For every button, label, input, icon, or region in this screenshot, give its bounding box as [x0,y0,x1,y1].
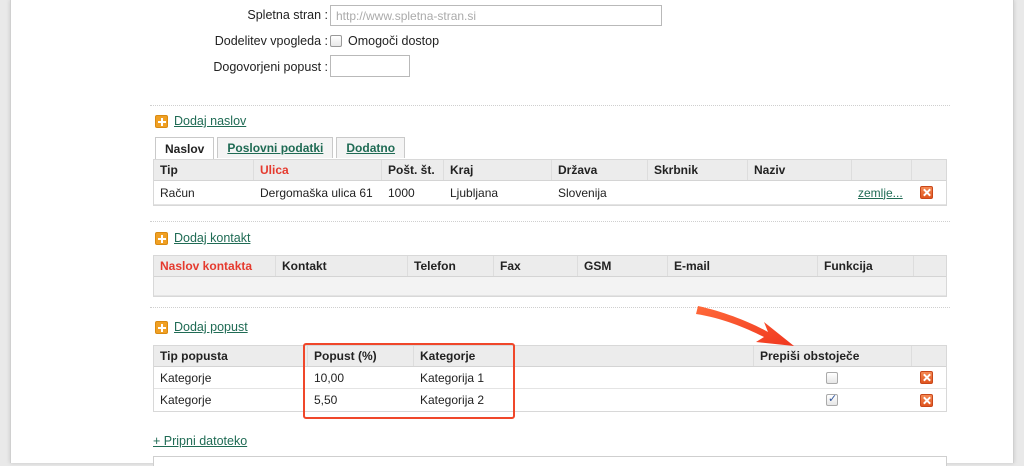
col-empty [852,160,912,180]
col-funkcija: Funkcija [818,256,914,276]
discount-label: Dogovorjeni popust : [213,60,328,74]
cell-drzava: Slovenija [558,185,607,200]
overwrite-checkbox[interactable] [826,392,838,406]
divider [150,105,950,106]
table-row[interactable]: Kategorje 10,00 Kategorija 1 [154,367,946,389]
tab-naslov[interactable]: Naslov [155,137,215,159]
share-label: Dodelitev vpogleda : [214,34,328,48]
website-label: Spletna stran : [247,8,328,22]
cell-ulica: Dergomaška ulica 61 [260,185,373,200]
plus-icon [155,320,168,334]
notes-box [153,456,947,466]
col-gsm: GSM [578,256,668,276]
table-row-empty [154,277,946,296]
add-address-label[interactable]: Dodaj naslov [174,114,246,128]
overwrite-checkbox[interactable] [826,371,838,384]
tab-dodatno[interactable]: Dodatno [336,137,406,158]
table-row[interactable]: Kategorje 5,50 Kategorija 2 [154,389,946,411]
table-row[interactable]: Račun Dergomaška ulica 61 1000 Ljubljana… [154,181,946,205]
tab-poslovni-podatki[interactable]: Poslovni podatki [217,137,334,158]
delete-icon[interactable] [920,186,933,199]
col-kraj: Kraj [444,160,552,180]
add-discount-label[interactable]: Dodaj popust [174,320,248,334]
plus-icon [155,231,168,245]
address-table-header: Tip Ulica Pošt. št. Kraj Država Skrbnik … [154,160,946,181]
share-option-label: Omogoči dostop [348,34,440,48]
col-naziv: Naziv [748,160,852,180]
cell-tip-popusta: Kategorje [160,393,212,407]
discount-table-header: Tip popusta Popust (%) Kategorje Prepiši… [154,346,946,367]
col-email: E-mail [668,256,818,276]
address-table: Tip Ulica Pošt. št. Kraj Država Skrbnik … [153,159,947,206]
col-skrbnik: Skrbnik [648,160,748,180]
cell-posta: 1000 [388,185,415,200]
col-drzava: Država [552,160,648,180]
attach-file-link[interactable]: + Pripni datoteko [153,434,247,448]
cell-popust: 10,00 [314,370,345,385]
website-input[interactable] [330,5,662,26]
discount-input[interactable] [330,55,410,77]
col-popust: Popust (%) [308,346,414,366]
discount-table: Tip popusta Popust (%) Kategorje Prepiši… [153,345,947,412]
address-detail-link[interactable]: zemlje... [852,181,903,204]
cell-tip: Račun [160,185,195,200]
col-ulica: Ulica [254,160,382,180]
col-telefon: Telefon [408,256,494,276]
col-kontakt: Kontakt [276,256,408,276]
cell-kategorija: Kategorija 1 [420,370,485,385]
col-kategorje: Kategorje [414,346,754,366]
col-prepisi: Prepiši obstoječe [754,346,912,366]
col-naslov-kontakta: Naslov kontakta [154,256,276,276]
col-tip-popusta: Tip popusta [154,346,308,366]
contact-table: Naslov kontakta Kontakt Telefon Fax GSM … [153,255,947,297]
address-tabs: Naslov Poslovni podatki Dodatno [155,137,406,159]
col-tip: Tip [154,160,254,180]
add-contact-button[interactable]: Dodaj kontakt [155,231,250,245]
add-discount-button[interactable]: Dodaj popust [155,320,248,334]
cell-tip-popusta: Kategorje [160,370,212,385]
cell-popust: 5,50 [314,393,338,407]
share-checkbox[interactable] [330,35,342,47]
contact-table-header: Naslov kontakta Kontakt Telefon Fax GSM … [154,256,946,277]
delete-icon[interactable] [920,393,933,407]
plus-icon [155,114,168,128]
cell-naziv [748,181,754,204]
col-posta: Pošt. št. [382,160,444,180]
cell-skrbnik [648,181,654,204]
delete-icon[interactable] [920,371,933,384]
divider [150,221,950,222]
add-contact-label[interactable]: Dodaj kontakt [174,231,250,245]
cell-kategorija: Kategorija 2 [420,393,485,407]
cell-kraj: Ljubljana [450,185,499,200]
divider [150,307,950,308]
col-fax: Fax [494,256,578,276]
attach-file-label[interactable]: + Pripni datoteko [153,434,247,448]
add-address-button[interactable]: Dodaj naslov [155,114,246,128]
